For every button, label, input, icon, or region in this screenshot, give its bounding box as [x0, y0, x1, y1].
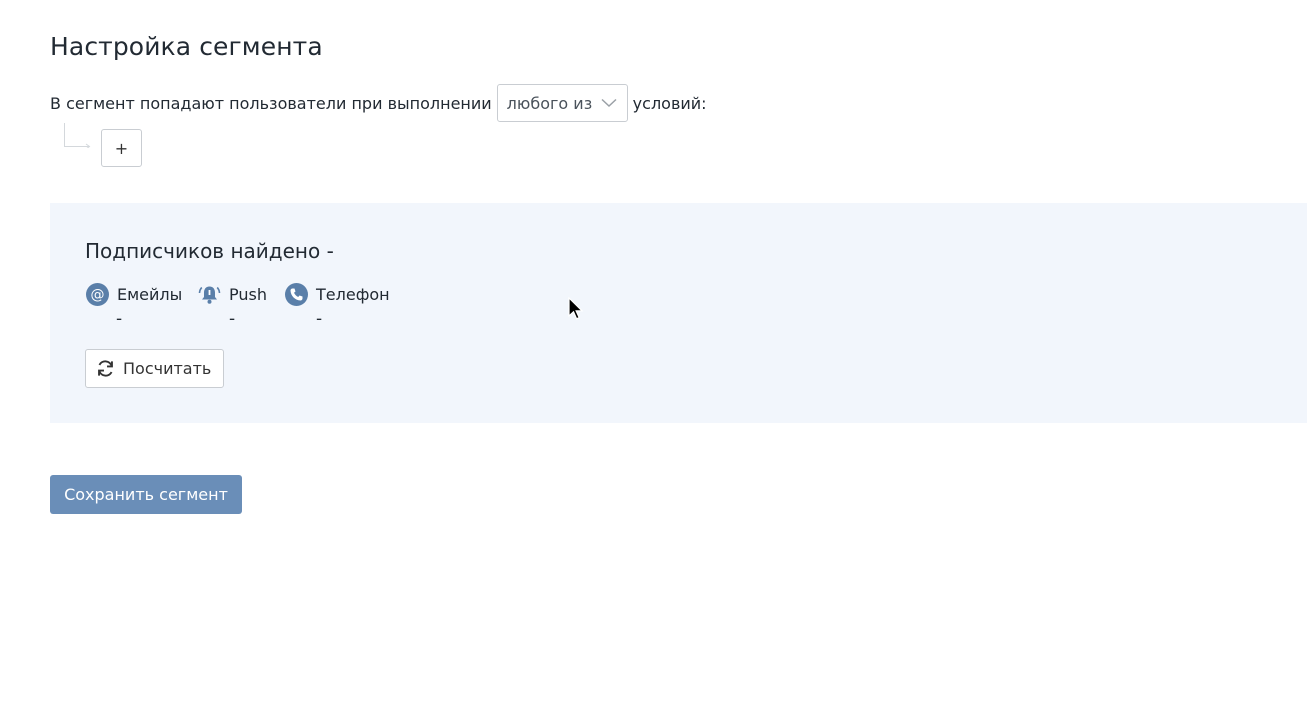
add-condition-button[interactable]: +: [101, 129, 142, 167]
condition-mode-select[interactable]: любого из: [496, 84, 628, 122]
channel-push: Push -: [198, 282, 278, 332]
page-title: Настройка сегмента: [50, 32, 323, 61]
channel-phone: Телефон -: [285, 282, 405, 332]
channel-label: Push: [229, 284, 267, 304]
refresh-icon: [98, 360, 113, 377]
save-segment-button[interactable]: Сохранить сегмент: [50, 475, 242, 514]
channel-label: Телефон: [316, 284, 390, 304]
segment-settings-page: Настройка сегмента В сегмент попадают по…: [0, 0, 1307, 704]
condition-prefix-text: В сегмент попадают пользователи при выпо…: [50, 93, 492, 113]
at-icon: @: [86, 282, 109, 306]
condition-suffix-text: условий:: [632, 93, 707, 113]
channel-emails: @ Емейлы -: [86, 282, 196, 332]
tree-connector-icon: [64, 123, 91, 148]
subscribers-found-title: Подписчиков найдено -: [85, 239, 334, 263]
recalculate-button[interactable]: Посчитать: [85, 349, 224, 388]
bell-icon: [198, 286, 221, 304]
channel-count: -: [316, 309, 323, 329]
channel-count: -: [229, 309, 236, 329]
recalculate-label: Посчитать: [123, 359, 212, 378]
phone-icon: [285, 282, 308, 306]
condition-mode-value: любого из: [506, 93, 593, 113]
subscribers-stats-panel: Подписчиков найдено - @ Емейлы - Push - …: [50, 203, 1307, 423]
condition-row: В сегмент попадают пользователи при выпо…: [50, 84, 707, 122]
svg-text:@: @: [91, 287, 105, 303]
channel-label: Емейлы: [117, 284, 183, 304]
chevron-down-icon: [601, 98, 617, 108]
channel-count: -: [116, 309, 123, 329]
